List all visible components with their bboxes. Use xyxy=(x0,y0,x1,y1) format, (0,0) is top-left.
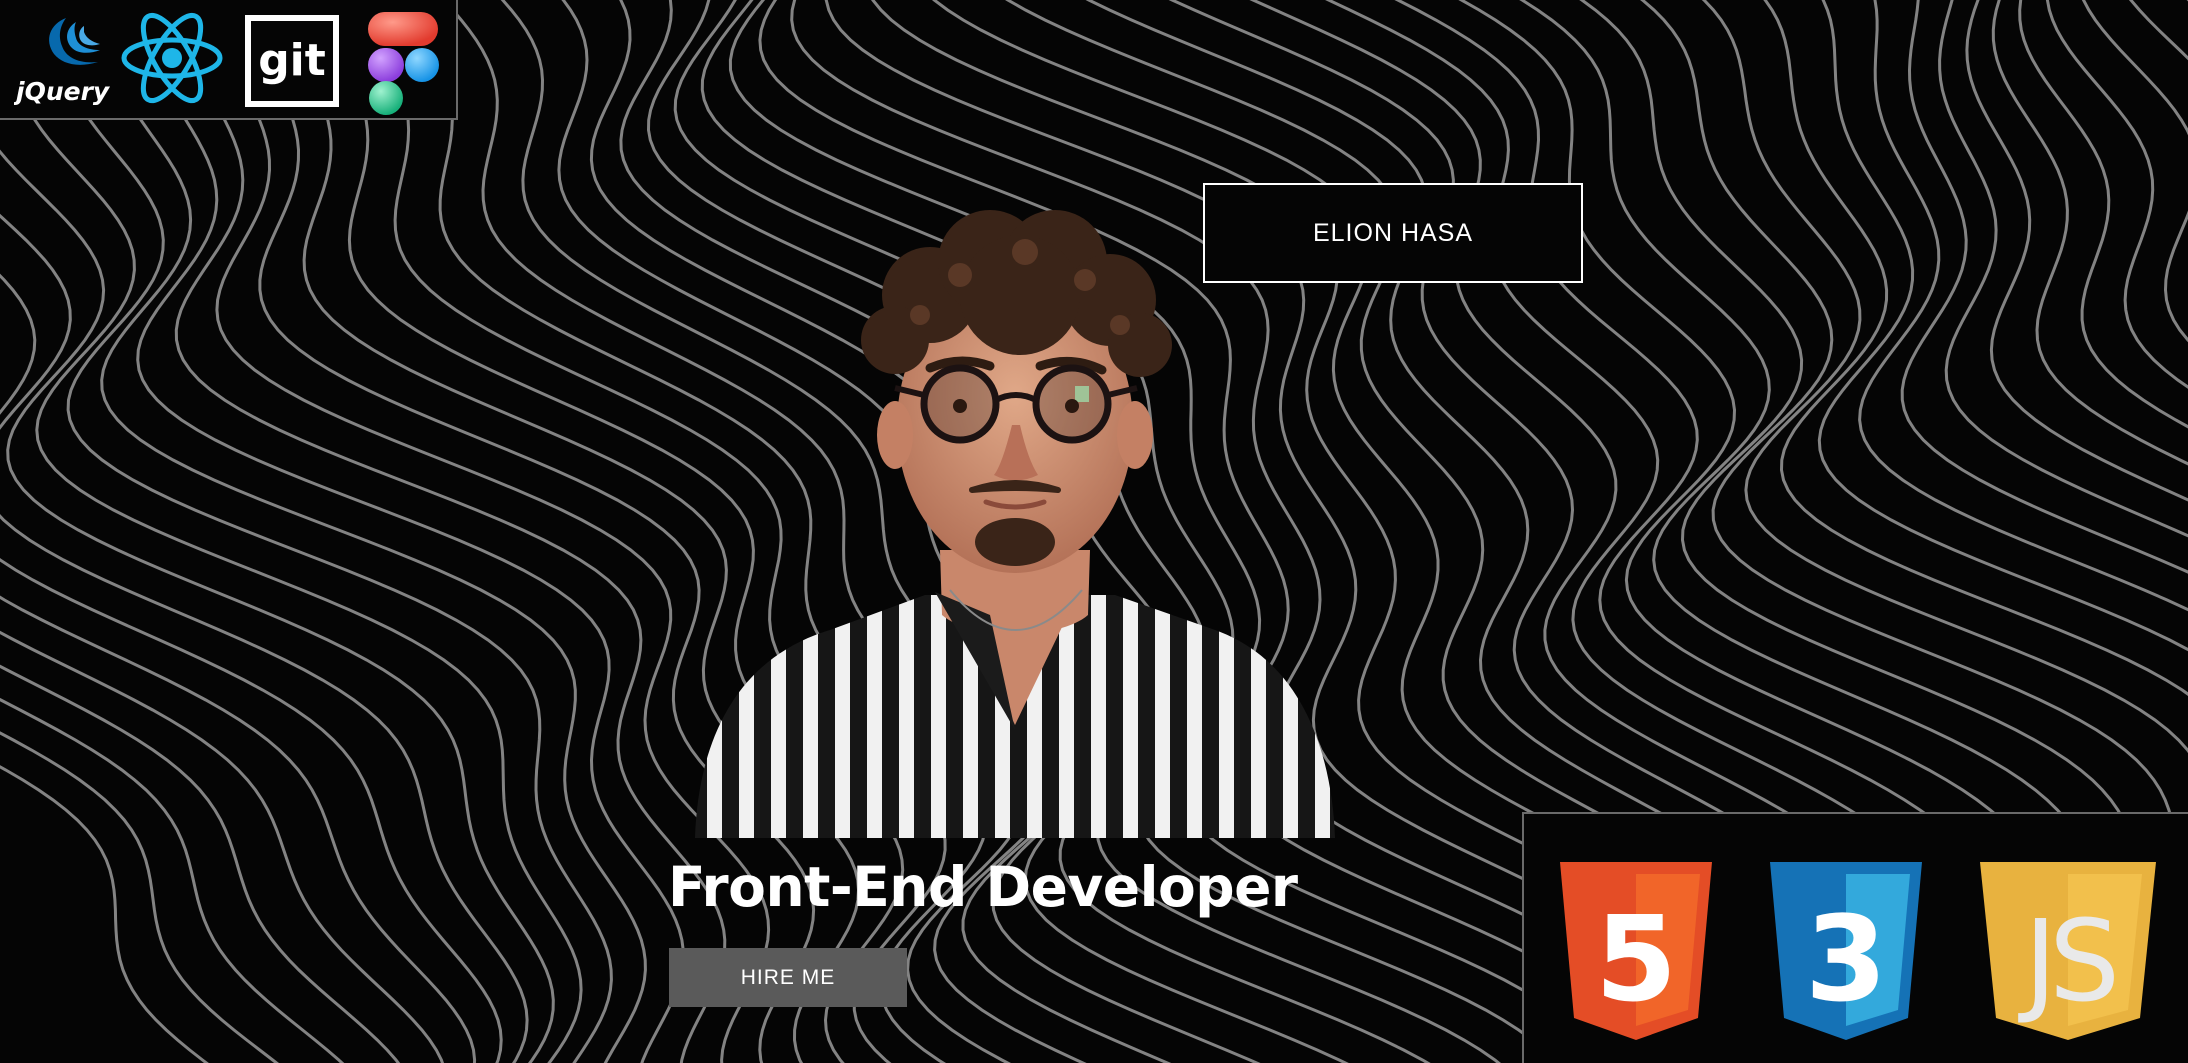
html5-icon: 5 xyxy=(1560,862,1712,1040)
git-icon: git xyxy=(245,15,339,107)
contour-line xyxy=(0,697,345,1063)
javascript-label: JS xyxy=(2018,897,2114,1027)
developer-portrait xyxy=(695,210,1335,838)
git-label: git xyxy=(258,35,326,86)
contour-line xyxy=(0,149,555,1063)
tech-logos-top: jQuery git xyxy=(0,0,458,120)
javascript-icon: JS xyxy=(1980,862,2156,1040)
jquery-label: jQuery xyxy=(14,77,111,106)
html5-label: 5 xyxy=(1595,890,1677,1028)
jquery-icon: jQuery xyxy=(14,14,114,106)
contour-line xyxy=(0,595,477,1063)
figma-icon xyxy=(366,10,442,116)
contour-line xyxy=(12,0,583,1063)
contour-line xyxy=(100,0,647,1063)
css3-label: 3 xyxy=(1805,890,1887,1028)
hire-me-button[interactable]: HIRE ME xyxy=(669,948,907,1007)
css3-icon: 3 xyxy=(1770,862,1922,1040)
hero-title: Front-End Developer xyxy=(668,855,1298,919)
tech-logos-bottom: 5 3 JS xyxy=(1522,812,2188,1063)
contour-line xyxy=(174,0,727,1063)
react-icon xyxy=(120,10,224,106)
